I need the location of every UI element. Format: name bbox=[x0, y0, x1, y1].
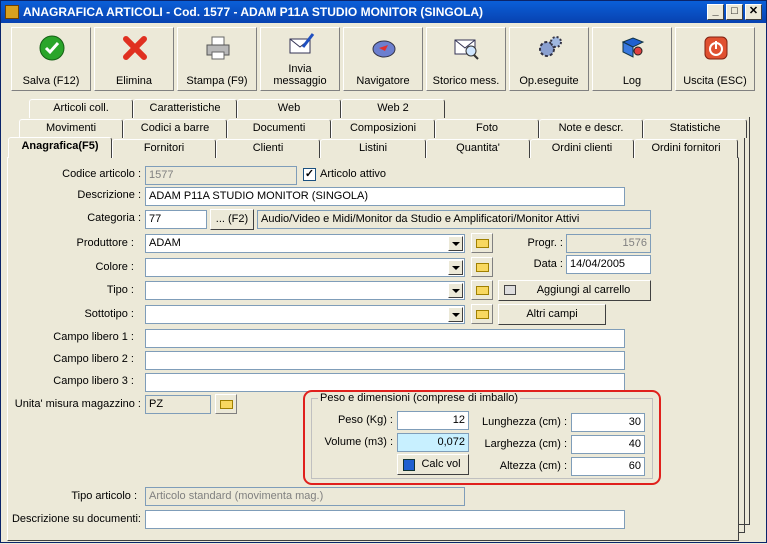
progr-label: Progr. : bbox=[527, 237, 563, 249]
data-label: Data : bbox=[533, 258, 563, 270]
add-to-cart-button[interactable]: Aggiungi al carrello bbox=[498, 280, 651, 301]
chevron-down-icon[interactable] bbox=[448, 260, 463, 275]
sottotipo-label: Sottotipo : bbox=[84, 308, 134, 320]
folder-icon[interactable] bbox=[471, 257, 493, 277]
progr-field[interactable]: 1576 bbox=[566, 234, 651, 253]
campo-libero-3-label: Campo libero 3 : bbox=[53, 375, 134, 387]
sottotipo-combo[interactable] bbox=[145, 305, 465, 324]
campo-libero-2-field[interactable] bbox=[145, 351, 625, 370]
produttore-value: ADAM bbox=[149, 237, 181, 249]
folder-icon[interactable] bbox=[471, 304, 493, 324]
colore-combo[interactable] bbox=[145, 258, 465, 277]
categoria-lookup-button[interactable]: ... (F2) bbox=[210, 209, 254, 230]
folder-icon[interactable] bbox=[471, 233, 493, 253]
add-to-cart-label: Aggiungi al carrello bbox=[536, 284, 631, 296]
tipo-articolo-label: Tipo articolo : bbox=[71, 490, 137, 502]
campo-libero-1-field[interactable] bbox=[145, 329, 625, 348]
articolo-attivo-checkbox[interactable]: ✓ bbox=[303, 168, 316, 181]
descrizione-documenti-field[interactable] bbox=[145, 510, 625, 529]
chevron-down-icon[interactable] bbox=[448, 307, 463, 322]
categoria-description: Audio/Video e Midi/Monitor da Studio e A… bbox=[257, 210, 651, 229]
folder-icon[interactable] bbox=[471, 280, 493, 300]
colore-label: Colore : bbox=[95, 261, 134, 273]
tipo-articolo-field[interactable]: Articolo standard (movimenta mag.) bbox=[145, 487, 465, 506]
data-field[interactable]: 14/04/2005 bbox=[566, 255, 651, 274]
folder-icon[interactable] bbox=[215, 394, 237, 414]
codice-label: Codice articolo : bbox=[62, 168, 141, 180]
altri-campi-button[interactable]: Altri campi bbox=[498, 304, 606, 325]
campo-libero-2-label: Campo libero 2 : bbox=[53, 353, 134, 365]
window: ANAGRAFICA ARTICOLI - Cod. 1577 - ADAM P… bbox=[0, 0, 767, 543]
tipo-combo[interactable] bbox=[145, 281, 465, 300]
categoria-field[interactable]: 77 bbox=[145, 210, 207, 229]
campo-libero-1-label: Campo libero 1 : bbox=[53, 331, 134, 343]
articolo-attivo-label: Articolo attivo bbox=[320, 168, 387, 180]
descrizione-documenti-label: Descrizione su documenti: bbox=[11, 513, 141, 525]
chevron-down-icon[interactable] bbox=[448, 283, 463, 298]
cart-icon bbox=[504, 285, 516, 295]
highlight-frame bbox=[303, 390, 661, 485]
unita-misura-field[interactable]: PZ bbox=[145, 395, 211, 414]
categoria-label: Categoria : bbox=[87, 212, 141, 224]
tipo-label: Tipo : bbox=[106, 284, 134, 296]
codice-field[interactable]: 1577 bbox=[145, 166, 297, 185]
descrizione-label: Descrizione : bbox=[77, 189, 141, 201]
descrizione-field[interactable]: ADAM P11A STUDIO MONITOR (SINGOLA) bbox=[145, 187, 625, 206]
chevron-down-icon[interactable] bbox=[448, 236, 463, 251]
produttore-label: Produttore : bbox=[76, 237, 134, 249]
produttore-combo[interactable]: ADAM bbox=[145, 234, 465, 253]
unita-misura-label: Unita' misura magazzino : bbox=[14, 398, 141, 410]
